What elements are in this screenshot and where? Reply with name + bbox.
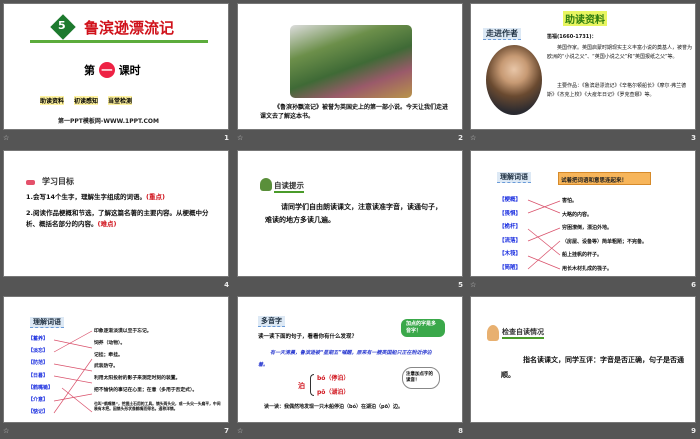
slide-7[interactable]: 理解词语 【蓄养】 【淡忘】 【防范】 【日晷】 【鹤嘴锄】 【介意】 【惦记】 印象逐渐淡漠… — [3, 296, 229, 423]
animation-icon: ☆ — [237, 427, 244, 435]
slide-number: 6 — [691, 281, 696, 289]
slide-number: 9 — [691, 427, 696, 435]
vocab-word: 【惦记】 — [28, 409, 49, 416]
slide-heading: 自读提示 — [274, 180, 304, 193]
reading-1: bó（停泊） — [317, 375, 350, 382]
maple-leaf-icon: 一 — [98, 62, 115, 78]
slide-thumb-8[interactable]: 多音字 读一读下面的句子，看看你有什么发现？ 加点的字是多音字！ 有一天清晨，鲁… — [234, 293, 467, 439]
slide-body: 指名读课文，同学互评：字音是否正确，句子是否通顺。 — [501, 356, 684, 379]
slide-number: 5 — [458, 281, 463, 289]
slide-thumb-5[interactable]: 自读提示 请同学们自由朗读课文，注意读准字音，读通句子，难读的地方多读几遍。 5 — [234, 147, 467, 293]
slide-thumb-2[interactable]: 《鲁滨孙飘流记》被誉为英国史上的第一部小说。今天让我们走进课文去了解这本书。 ☆… — [234, 0, 467, 146]
unit-number: 5 — [58, 19, 66, 32]
slide-caption: 《鲁滨孙飘流记》被誉为英国史上的第一部小说。今天让我们走进课文去了解这本书。 — [260, 104, 449, 120]
vocab-meaning: 武装防守。 — [94, 364, 118, 370]
vocab-word: 【防范】 — [28, 360, 49, 367]
vocab-word: 【蓄养】 — [28, 336, 49, 342]
slide-number: 3 — [691, 134, 696, 142]
vocab-word: 【鹤嘴锄】 — [28, 384, 54, 391]
vocab-meaning: 用长木材扎成的筏子。 — [562, 265, 613, 272]
animation-icon: ☆ — [470, 281, 477, 289]
slide-heading: 学习目标 — [42, 177, 74, 186]
vocab-meaning: 记挂；牵挂。 — [94, 352, 123, 358]
animation-icon: ☆ — [3, 427, 10, 435]
slide-body: 请同学们自由朗读课文，注意读准字音，读通句子，难读的地方多读几遍。 — [265, 203, 442, 224]
slide-thumb-1[interactable]: 5 鲁滨逊漂流记 第 一 课时 助读资料 初读感知 当堂检测 第一PPT模板网-… — [0, 0, 233, 146]
slide-2[interactable]: 《鲁滨孙飘流记》被誉为英国史上的第一部小说。今天让我们走进课文去了解这本书。 — [237, 3, 463, 130]
slide-heading: 多音字 — [258, 316, 285, 327]
polyphone-char: 泊 — [298, 382, 305, 390]
goal-1-tag: (重点) — [146, 193, 165, 201]
slide-heading: 检查自读情况 — [502, 327, 544, 339]
vocab-word: 【畏惧】 — [499, 210, 522, 217]
practice-sentence: 读一读：我偶然地发现一只木船停泊（bó）在湖泊（pō）边。 — [264, 404, 404, 410]
vocab-meaning: 把不愉快的事记在心里；在意（多用于否定式）。 — [94, 388, 198, 393]
vocab-meaning: 印象逐渐淡漠以至于忘记。 — [94, 329, 152, 334]
vocab-meaning: 害怕。 — [562, 198, 578, 204]
vocab-word: 【桅杆】 — [499, 224, 522, 230]
vocab-word: 【淡忘】 — [28, 348, 49, 355]
brace — [310, 374, 314, 396]
author-name: 笛福(1660-1731)： — [547, 34, 597, 40]
pencil-icon — [26, 180, 35, 185]
slide-5[interactable]: 自读提示 请同学们自由朗读课文，注意读准字音，读通句子，难读的地方多读几遍。 — [237, 150, 463, 277]
vocab-word: 【日晷】 — [28, 372, 49, 379]
goal-2: 2.阅读作品梗概和节选，了解这篇名著的主要内容。从梗概中分析、概括名部分的内容。 — [26, 209, 209, 228]
slide-thumb-3[interactable]: 助读资料 走进作者 笛福(1660-1731)： 英国作家。英国启蒙时期现实主义… — [467, 0, 700, 146]
slide-number: 1 — [224, 134, 229, 142]
slide-title: 鲁滨逊漂流记 — [84, 19, 175, 37]
slide-thumb-7[interactable]: 理解词语 【蓄养】 【淡忘】 【防范】 【日晷】 【鹤嘴锄】 【介意】 【惦记】 印象逐渐淡漠… — [0, 293, 233, 439]
slide-4[interactable]: 学习目标 1.会写14个生字，理解生字组成的词语。(重点) 2.阅读作品梗概和节… — [3, 150, 229, 277]
link-quiz[interactable]: 当堂检测 — [108, 96, 133, 105]
hint-bubble: 加点的字是多音字！ — [401, 319, 445, 337]
section-tag: 走进作者 — [483, 28, 521, 40]
note-cloud: 注意加点字的读音！ — [402, 367, 440, 389]
animation-icon: ☆ — [470, 134, 477, 142]
vocab-meaning: 船上挂帆的杆子。 — [562, 252, 603, 258]
goal-2-tag: (难点) — [97, 220, 117, 228]
animation-icon: ☆ — [237, 134, 244, 142]
slide-number: 2 — [458, 134, 463, 142]
author-portrait — [486, 45, 542, 115]
vocab-word: 【流落】 — [499, 237, 522, 244]
reading-2: pō（湖泊） — [317, 389, 350, 396]
jungle-illustration — [290, 25, 412, 98]
prompt-text: 读一读下面的句子，看看你有什么发现？ — [258, 334, 358, 340]
vocab-meaning: 大略的内容。 — [562, 211, 593, 218]
lesson-label: 第 一 课时 — [84, 62, 141, 78]
slide-thumb-4[interactable]: 学习目标 1.会写14个生字，理解生字组成的词语。(重点) 2.阅读作品梗概和节… — [0, 147, 233, 293]
slide-9[interactable]: 检查自读情况 指名读课文，同学互评：字音是否正确，句子是否通顺。 — [470, 296, 696, 423]
section-links: 助读资料 初读感知 当堂检测 — [40, 96, 133, 105]
slide-footer: 第一PPT模板网-WWW.1PPT.COM — [58, 118, 159, 125]
vocab-word: 【木筏】 — [499, 251, 522, 257]
link-reading-material[interactable]: 助读资料 — [40, 96, 65, 105]
link-first-reading[interactable]: 初读感知 — [74, 96, 99, 105]
vocab-meaning: 也叫“鹤嘴镐”，挖掘土石用的工具。镐头两头尖，或一头尖一头扁平，中间装有木把。因… — [94, 401, 221, 411]
vocab-meaning: 利用太阳投射的影子来测定时刻的装置。 — [94, 376, 181, 382]
vocab-word: 【介意】 — [28, 397, 49, 403]
teacher-icon — [260, 178, 272, 191]
vocab-meaning: 穷困潦倒，漂泊外地。 — [562, 225, 613, 231]
title-rule — [30, 40, 208, 43]
vocab-meaning: （房屋、设备等）简单粗陋；不完备。 — [562, 238, 648, 245]
slide-thumb-9[interactable]: 检查自读情况 指名读课文，同学互评：字音是否正确，句子是否通顺。 9 — [467, 293, 700, 439]
vocab-meaning: 饲养（动物）。 — [94, 340, 126, 346]
slide-6[interactable]: 理解词语 试着把词语和意思连起来！ 【梗概】 【畏惧】 【桅杆】 【流落】 【木筏】 【简… — [470, 150, 696, 277]
slide-1[interactable]: 5 鲁滨逊漂流记 第 一 课时 助读资料 初读感知 当堂检测 第一PPT模板网-… — [3, 3, 229, 130]
author-works: 主要作品：《鲁滨逊漂流记》《辛格尔顿船长》《摩尔·弗兰德斯》《杰克上校》《大疫年… — [547, 83, 687, 98]
slide-title: 助读资料 — [563, 11, 607, 26]
slide-8[interactable]: 多音字 读一读下面的句子，看看你有什么发现？ 加点的字是多音字！ 有一天清晨，鲁… — [237, 296, 463, 423]
vocab-word: 【简陋】 — [499, 264, 522, 271]
vocab-word: 【梗概】 — [499, 197, 522, 203]
slide-number: 4 — [224, 281, 229, 289]
slide-thumb-6[interactable]: 理解词语 试着把词语和意思连起来！ 【梗概】 【畏惧】 【桅杆】 【流落】 【木筏】 【简… — [467, 147, 700, 293]
author-bio: 英国作家。英国启蒙时期现实主义丰富小说的奠基人，被誉为欧洲的“小说之父”、“英国… — [547, 45, 693, 60]
goal-1: 1.会写14个生字，理解生字组成的词语。 — [26, 193, 147, 201]
slide-number: 8 — [458, 427, 463, 435]
animation-icon: ☆ — [3, 134, 10, 142]
slide-3[interactable]: 助读资料 走进作者 笛福(1660-1731)： 英国作家。英国启蒙时期现实主义… — [470, 3, 696, 130]
slide-number: 7 — [224, 427, 229, 435]
child-icon — [487, 325, 499, 341]
